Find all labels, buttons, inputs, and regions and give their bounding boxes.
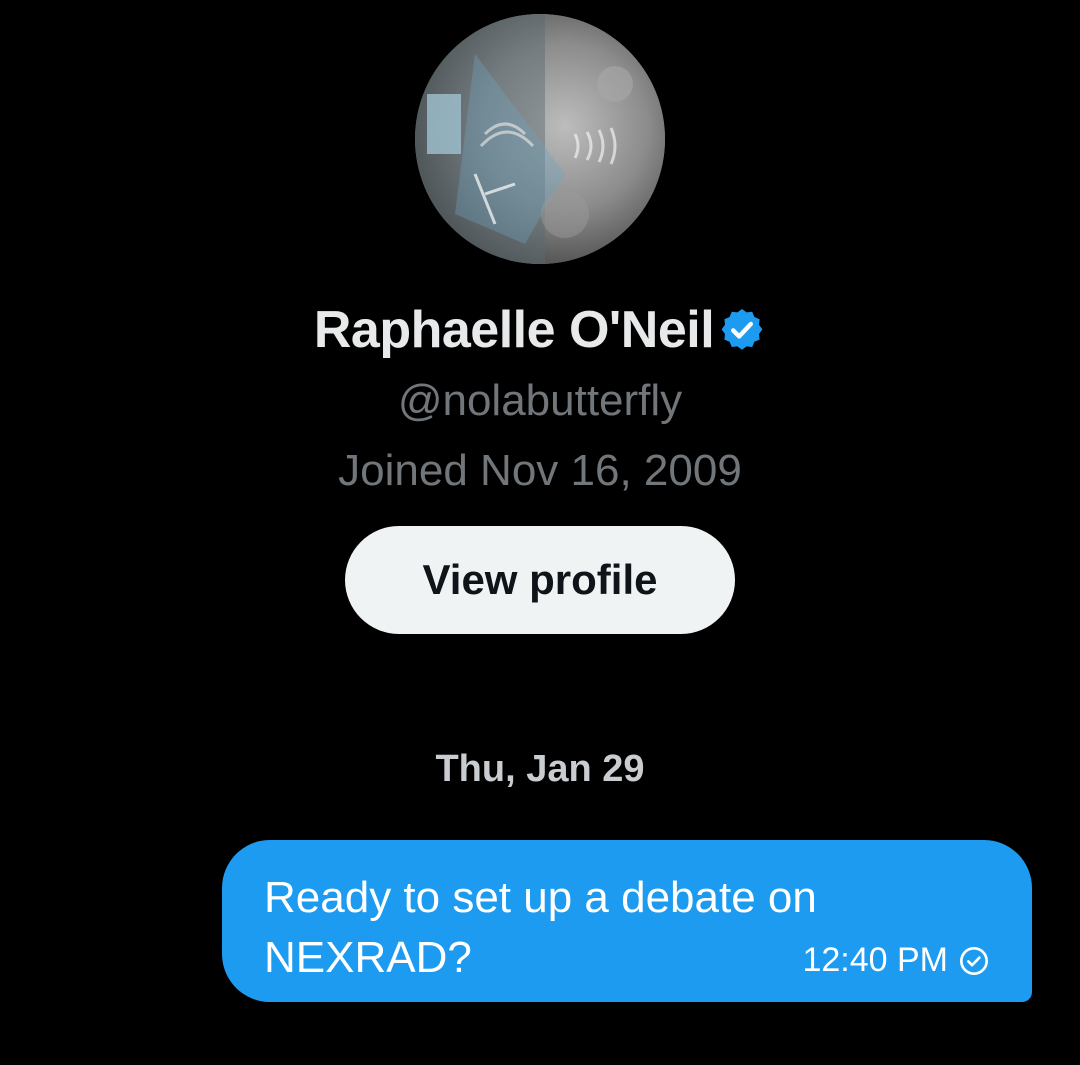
message-bubble[interactable]: Ready to set up a debate on NEXRAD? 12:4… <box>222 840 1032 1002</box>
message-meta: 12:40 PM <box>802 941 990 980</box>
verified-badge-icon <box>718 306 766 354</box>
check-circle-icon <box>958 945 990 977</box>
view-profile-button[interactable]: View profile <box>345 526 735 634</box>
message-time: 12:40 PM <box>802 941 948 979</box>
profile-card: Raphaelle O'Neil @nolabutterfly Joined N… <box>0 0 1080 634</box>
avatar-image <box>415 14 665 264</box>
date-separator: Thu, Jan 29 <box>435 748 645 790</box>
user-handle: @nolabutterfly <box>397 376 683 425</box>
display-name: Raphaelle O'Neil <box>313 301 715 359</box>
joined-date: Joined Nov 16, 2009 <box>338 446 742 495</box>
name-row: Raphaelle O'Neil <box>314 300 766 360</box>
avatar[interactable] <box>415 14 665 264</box>
